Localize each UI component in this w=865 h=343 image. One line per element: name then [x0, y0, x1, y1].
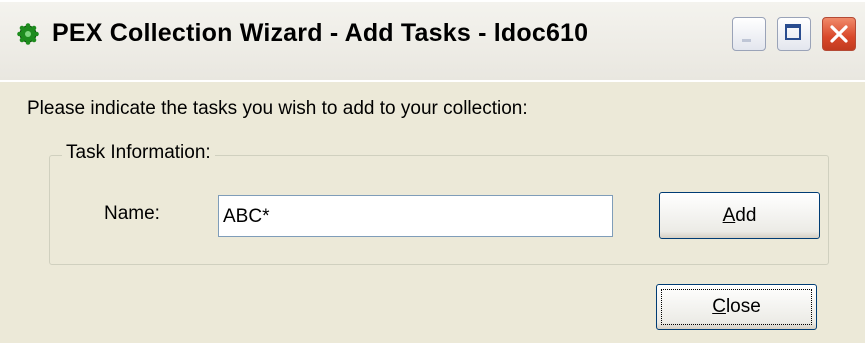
close-window-button[interactable]: [822, 17, 856, 51]
close-icon: [830, 25, 848, 43]
maximize-button[interactable]: [777, 17, 811, 51]
close-button[interactable]: Close: [656, 284, 817, 330]
title-bar[interactable]: PEX Collection Wizard - Add Tasks - ldoc…: [0, 0, 865, 82]
minimize-button[interactable]: [732, 17, 766, 51]
name-input[interactable]: [218, 195, 613, 237]
instruction-text: Please indicate the tasks you wish to ad…: [27, 98, 528, 119]
wizard-window: PEX Collection Wizard - Add Tasks - ldoc…: [0, 0, 865, 343]
add-label: dd: [735, 205, 757, 226]
close-mnemonic: C: [712, 296, 726, 317]
add-mnemonic: A: [722, 205, 736, 226]
group-legend: Task Information:: [62, 142, 215, 164]
window-title: PEX Collection Wizard - Add Tasks - ldoc…: [52, 19, 589, 47]
name-label: Name:: [104, 203, 160, 224]
green-gear-icon: [17, 23, 39, 45]
close-label: lose: [725, 296, 761, 317]
add-button[interactable]: Add: [659, 192, 820, 239]
